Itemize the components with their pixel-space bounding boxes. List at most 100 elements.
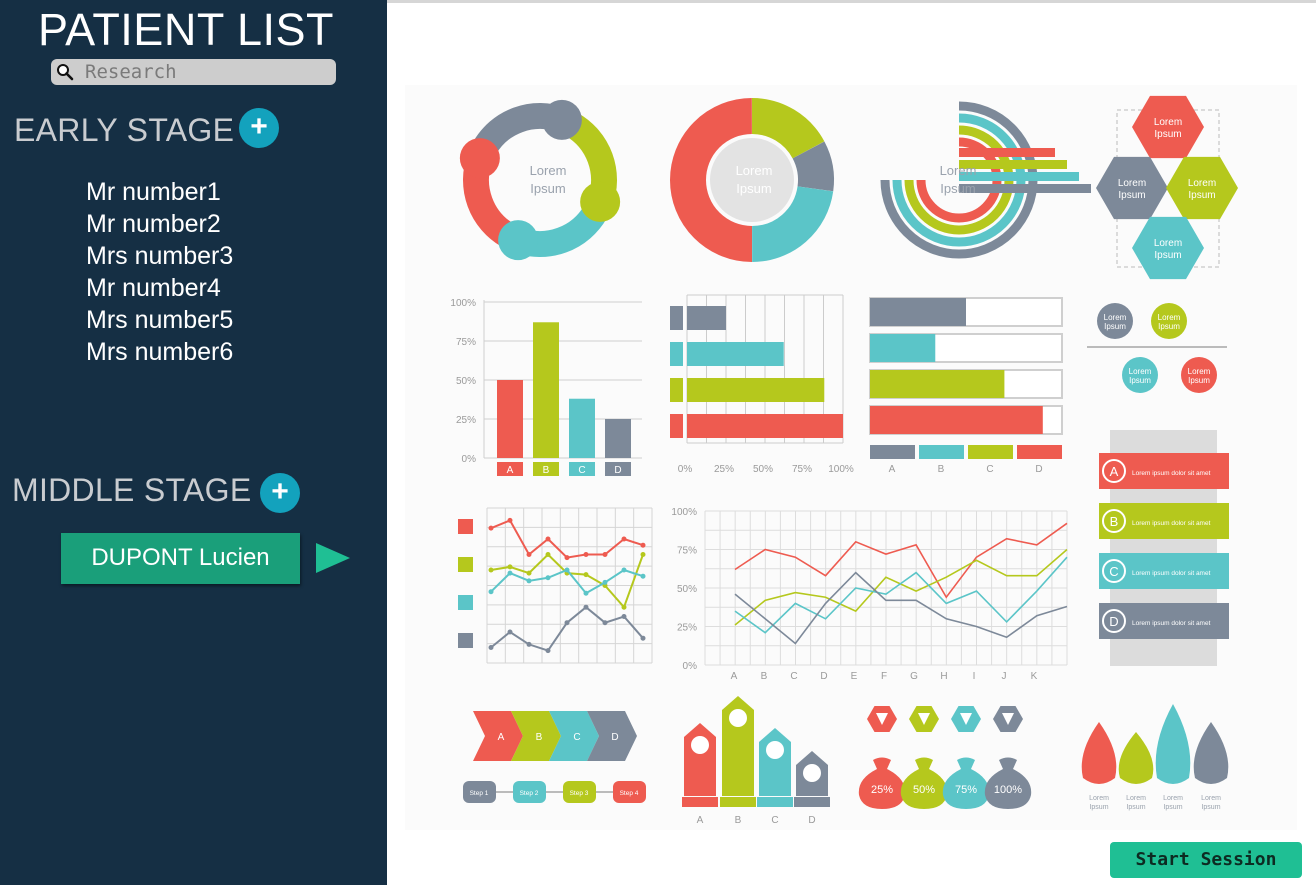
cycle-arrow-head [541,99,582,140]
small-line-marker [545,536,551,542]
drop-label: Lorem [1201,795,1221,802]
small-line-legend [458,557,473,572]
bar-tick-label: 25% [456,415,476,426]
small-line-marker [564,555,570,561]
arrow-bar [759,728,791,796]
money-bag-label: 25% [871,784,893,796]
small-line-legend [458,595,473,610]
small-line-marker [488,645,494,650]
hexagon-label: Ipsum [1118,190,1145,201]
small-line-marker [526,552,532,557]
line-tick-label: 75% [677,546,697,557]
ribbon-text: Lorem ipsum dolor sit amet [1132,520,1211,527]
spiral-label: Ipsum [940,181,975,196]
small-line-marker [583,572,589,578]
small-line-marker [583,552,589,557]
hexagon-label: Ipsum [1188,190,1215,201]
line-category-label: G [910,671,918,682]
money-bag-label: 50% [913,784,935,796]
hbar-tick-label: 100% [828,464,854,475]
line-tick-label: 25% [677,623,697,634]
pin-label: Ipsum [1129,376,1151,385]
progress-legend-box [1017,445,1062,459]
ribbon-letter: B [1110,514,1119,529]
pin-label: Ipsum [1188,376,1210,385]
progress-legend-label: C [986,464,993,475]
add-early-stage-button[interactable]: + [239,108,279,148]
search-box[interactable] [51,59,336,85]
ribbon-text: Lorem ipsum dolor sit amet [1132,470,1211,477]
bar-tick-label: 100% [450,298,476,309]
small-line-marker [545,552,551,557]
arrow-bar-label: C [771,815,778,826]
patient-list-item[interactable]: Mrs number6 [86,336,233,368]
line-category-label: K [1031,671,1038,682]
progress-fill [870,406,1043,434]
small-line-marker [621,567,627,573]
pin-label: Lorem [1158,313,1181,322]
hbar-category-box [670,306,683,330]
progress-fill [870,298,966,326]
hexagon-label: Ipsum [1154,129,1181,140]
line-tick-label: 100% [671,507,697,518]
patient-dupont-button[interactable]: DUPONT Lucien [61,533,300,584]
hexagon-label: Lorem [1154,238,1182,249]
patient-list-item[interactable]: Mrs number3 [86,240,233,272]
arrow-bar-base [757,797,793,807]
spiral-bar [959,172,1079,181]
add-middle-stage-button[interactable]: + [260,473,300,513]
hbar [687,306,726,330]
plus-icon: + [271,475,289,508]
bar-tick-label: 0% [462,454,477,465]
bar-tick-label: 50% [456,376,476,387]
hexagon-label: Lorem [1154,117,1182,128]
line-category-label: C [790,671,797,682]
small-line-marker [602,620,608,626]
sidebar: PATIENT LIST EARLY STAGE + Mr number1 Mr… [0,0,387,885]
small-line-marker [640,635,646,641]
arrow-bar-label: A [697,815,704,826]
spiral-bar [959,148,1055,157]
infographic-dashboard: Lorem Ipsum Lorem Ipsum Lorem Ipsum Lorem Ipsum… [387,3,1316,885]
arrow-bar-bubble [803,764,821,782]
bar [497,380,523,458]
patient-list-item[interactable]: Mrs number5 [86,304,233,336]
hbar-tick-label: 75% [792,464,812,475]
small-line-marker [545,648,551,654]
arrow-bar-label: B [735,815,742,826]
patient-list-item[interactable]: Mr number2 [86,208,233,240]
search-input[interactable] [85,61,330,83]
small-line-legend [458,633,473,648]
line-category-label: F [881,671,887,682]
small-line-marker [602,579,608,585]
donut-center [710,138,794,222]
small-line-marker [583,590,589,596]
bar [605,419,631,458]
progress-fill [870,370,1005,398]
arrow-bar-base [682,797,718,807]
arrow-bar-bubble [691,736,709,754]
middle-stage-label: MIDDLE STAGE [12,472,252,508]
ribbon-letter: A [1110,464,1119,479]
arrow-bar-label: D [808,815,815,826]
small-line-marker [602,552,608,557]
pin-label: Lorem [1129,367,1152,376]
chevron-label: A [498,732,505,743]
patient-list-item[interactable]: Mr number1 [86,176,233,208]
step-label: Step 2 [520,790,539,797]
line-category-label: H [940,671,947,682]
ribbon-text: Lorem ipsum dolor sit amet [1132,620,1211,627]
hbar [687,342,784,366]
line-category-label: J [1002,671,1007,682]
search-icon [57,64,74,81]
patient-list-item[interactable]: Mr number4 [86,272,233,304]
spiral-bar [959,184,1091,193]
arrow-bar [684,723,716,796]
progress-legend-box [968,445,1013,459]
pin-label: Ipsum [1104,322,1126,331]
play-arrow-icon[interactable] [316,543,350,573]
start-session-button[interactable]: Start Session [1110,842,1302,878]
small-line-marker [621,604,627,610]
cycle-arrow-head [580,181,621,222]
arrow-bar-bubble [766,741,784,759]
